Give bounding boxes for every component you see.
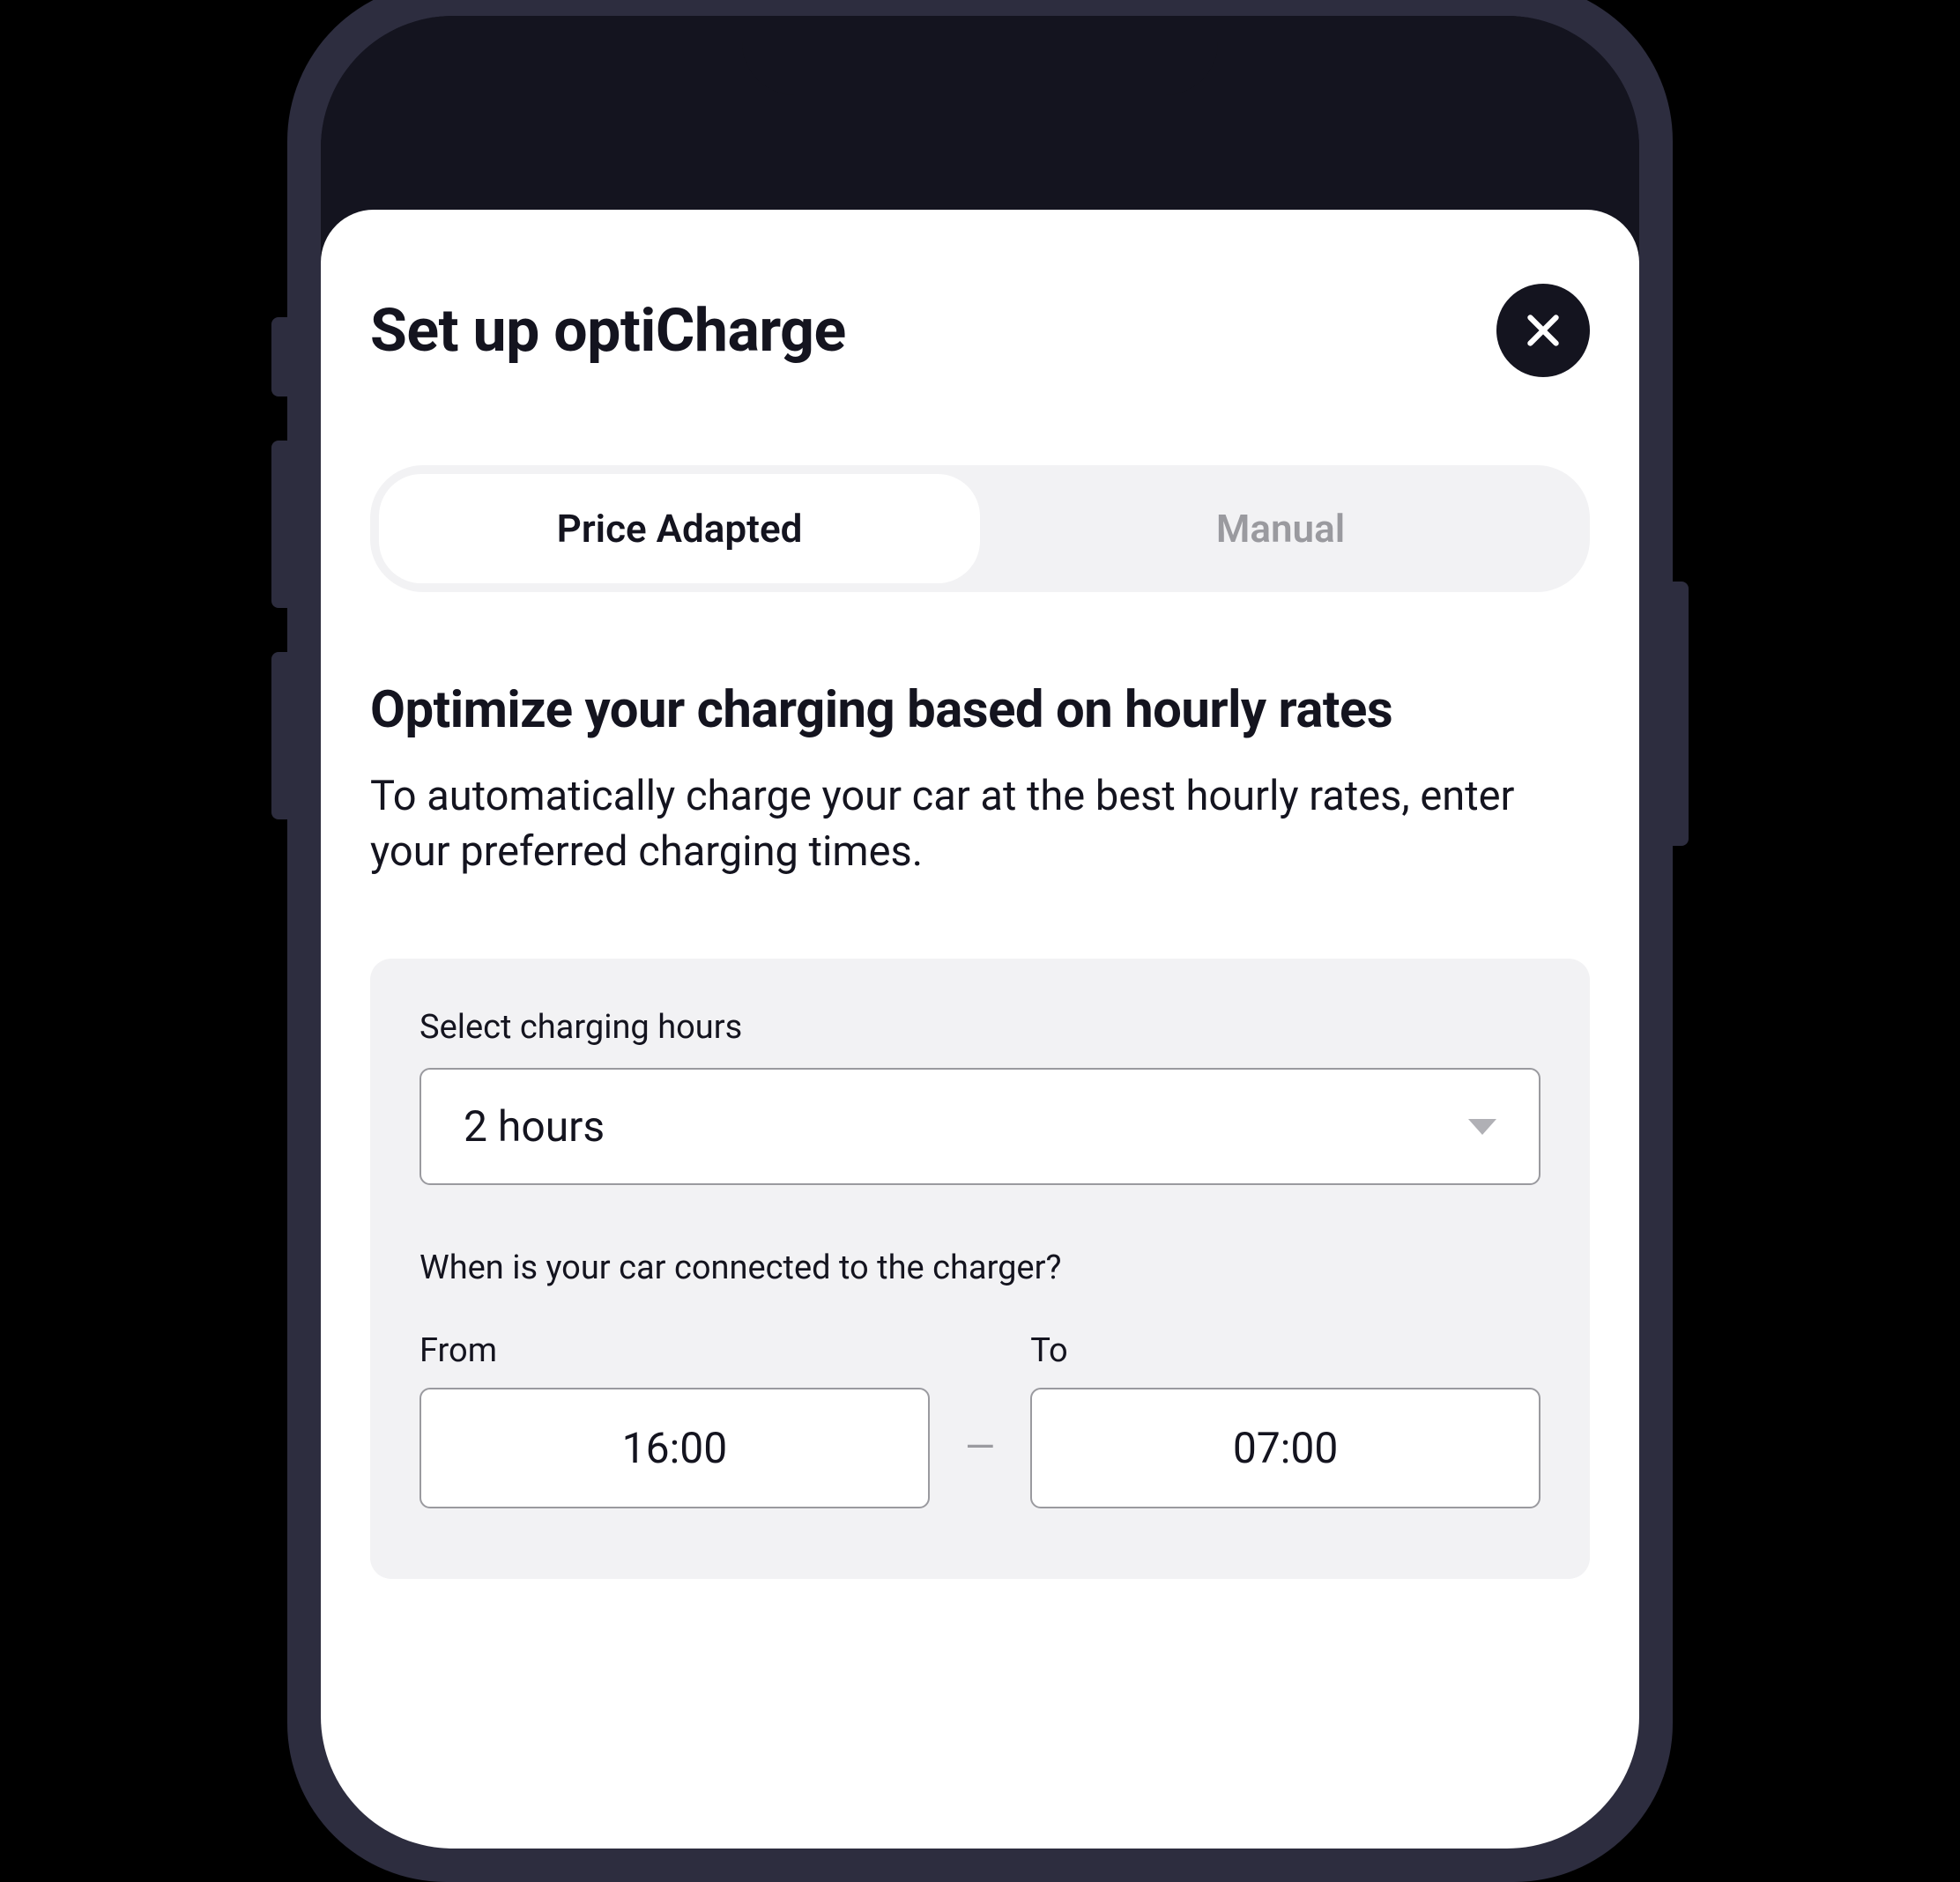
phone-button-power	[1673, 582, 1689, 846]
from-time-input[interactable]: 16:00	[419, 1388, 930, 1508]
from-label: From	[419, 1331, 930, 1370]
hours-select-value: 2 hours	[464, 1101, 605, 1152]
tab-manual[interactable]: Manual	[980, 474, 1581, 583]
section-description: To automatically charge your car at the …	[370, 768, 1590, 880]
phone-side-buttons-left	[271, 317, 287, 863]
phone-button-volume-down	[271, 652, 287, 819]
modal-header: Set up optiCharge	[370, 284, 1590, 377]
modal-title: Set up optiCharge	[370, 295, 846, 366]
close-button[interactable]	[1496, 284, 1590, 377]
time-separator: —	[965, 1424, 995, 1508]
phone-side-buttons-right	[1673, 582, 1689, 846]
phone-button-volume-up	[271, 441, 287, 608]
time-from-group: From 16:00	[419, 1331, 930, 1508]
close-icon	[1521, 308, 1565, 352]
section-title: Optimize your charging based on hourly r…	[370, 680, 1590, 742]
connection-question: When is your car connected to the charge…	[419, 1248, 1541, 1287]
modal-sheet: Set up optiCharge Price Adapted Manual O…	[321, 210, 1639, 1849]
to-label: To	[1030, 1331, 1541, 1370]
tab-price-adapted[interactable]: Price Adapted	[379, 474, 980, 583]
phone-button-silence	[271, 317, 287, 396]
tab-container: Price Adapted Manual	[370, 465, 1590, 592]
time-row: From 16:00 — To 07:00	[419, 1331, 1541, 1508]
chevron-down-icon	[1468, 1119, 1496, 1135]
phone-screen: Set up optiCharge Price Adapted Manual O…	[321, 16, 1639, 1849]
phone-notch	[742, 16, 1218, 95]
time-to-group: To 07:00	[1030, 1331, 1541, 1508]
form-card: Select charging hours 2 hours When is yo…	[370, 959, 1590, 1579]
hours-label: Select charging hours	[419, 1008, 1541, 1047]
hours-select[interactable]: 2 hours	[419, 1068, 1541, 1185]
to-time-input[interactable]: 07:00	[1030, 1388, 1541, 1508]
phone-frame: Set up optiCharge Price Adapted Manual O…	[287, 0, 1673, 1882]
hours-select-wrapper: 2 hours	[419, 1068, 1541, 1185]
